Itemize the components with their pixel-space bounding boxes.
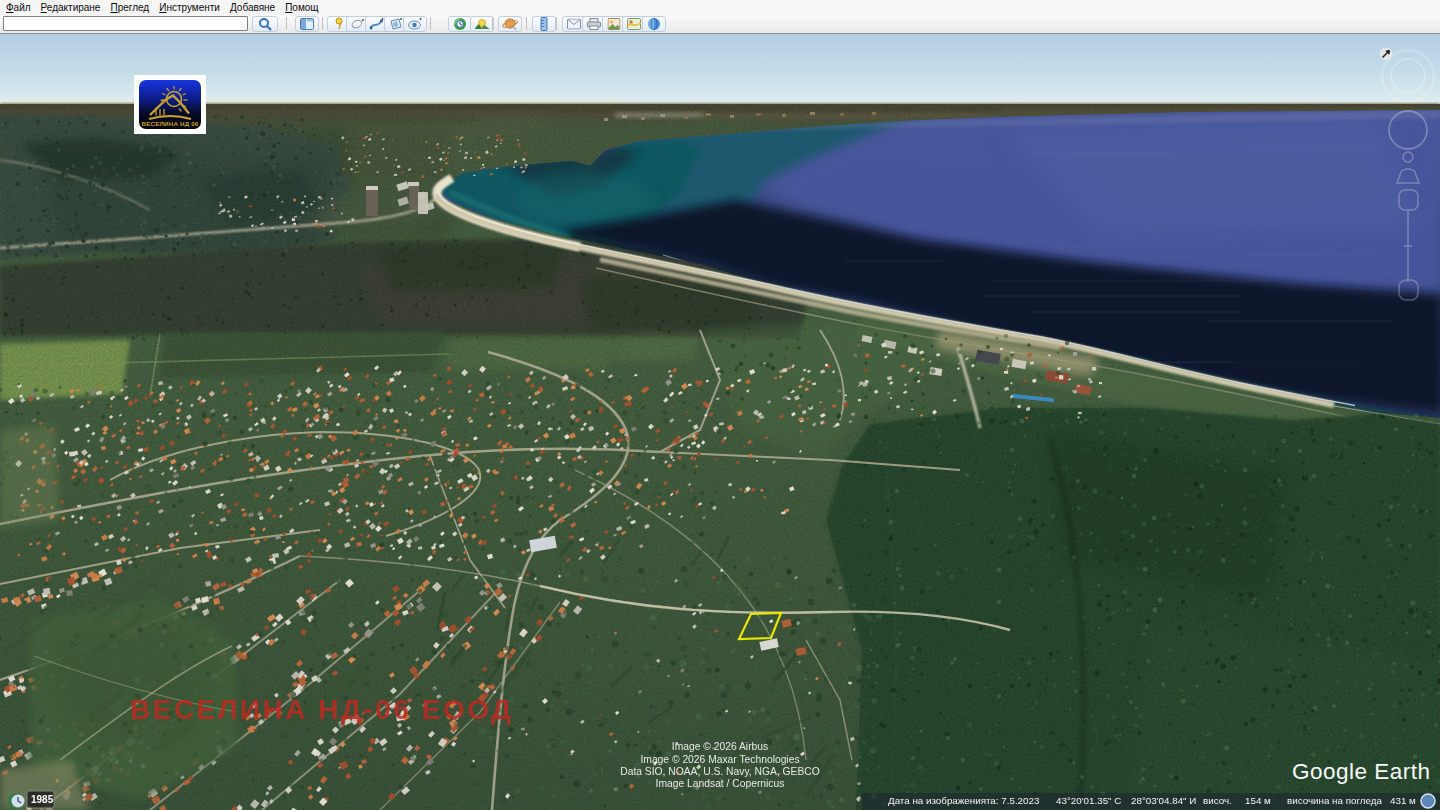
svg-text:154 м: 154 м xyxy=(1245,795,1271,806)
svg-text:Image © 2026 Airbus: Image © 2026 Airbus xyxy=(672,741,768,752)
svg-text:височ.: височ. xyxy=(1203,795,1232,806)
svg-text:431 м: 431 м xyxy=(1390,795,1416,806)
svg-text:1985: 1985 xyxy=(31,794,54,805)
svg-text:28°03'04.84" И: 28°03'04.84" И xyxy=(1131,795,1196,806)
svg-text:височина на погледа: височина на погледа xyxy=(1287,795,1382,806)
svg-text:ВЕСЕЛИНА НД 06: ВЕСЕЛИНА НД 06 xyxy=(142,120,199,127)
svg-text:Image Landsat / Copernicus: Image Landsat / Copernicus xyxy=(656,778,785,789)
svg-text:43°20'01.35" С: 43°20'01.35" С xyxy=(1056,795,1121,806)
svg-text:Image © 2026 Maxar Technologie: Image © 2026 Maxar Technologies xyxy=(640,754,799,765)
svg-text:Google Earth: Google Earth xyxy=(1292,759,1431,784)
svg-text:ВЕСЕЛИНА НД-06 ЕООД: ВЕСЕЛИНА НД-06 ЕООД xyxy=(130,694,514,725)
svg-text:Data SIO, NOAA, U.S. Navy, NGA: Data SIO, NOAA, U.S. Navy, NGA, GEBCO xyxy=(620,766,820,777)
svg-text:Дата на изображенията: 7.5.202: Дата на изображенията: 7.5.2023 xyxy=(888,795,1040,806)
